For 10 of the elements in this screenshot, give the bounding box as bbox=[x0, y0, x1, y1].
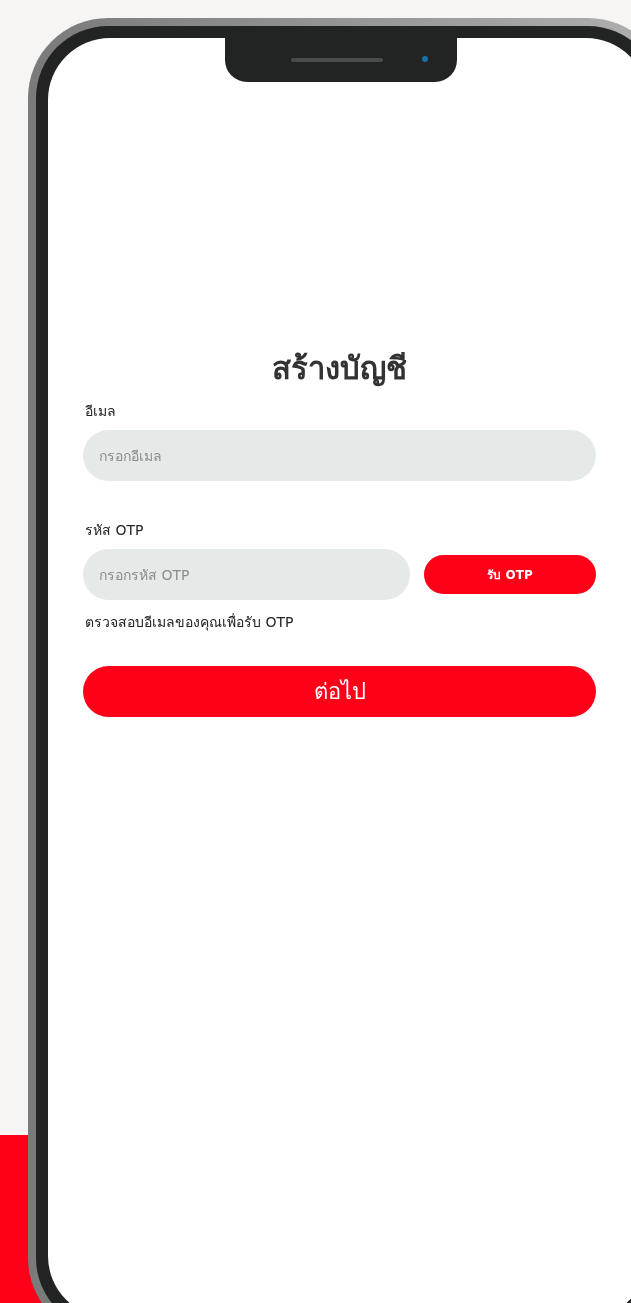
field-label: รหัส OTP bbox=[84, 521, 145, 539]
page-title: สร้างบัญชี bbox=[271, 349, 408, 389]
input-field[interactable]: กรอกรหัส OTP bbox=[83, 549, 410, 600]
camera-icon bbox=[422, 56, 428, 62]
field-label: อีเมล bbox=[84, 402, 117, 420]
input-field[interactable]: กรอกอีเมล bbox=[83, 430, 596, 481]
speaker-icon bbox=[291, 58, 383, 62]
next-button[interactable]: ต่อไป bbox=[83, 666, 596, 717]
get-otp-button[interactable]: รับ OTP bbox=[424, 555, 596, 594]
hint-text: ตรวจสอบอีเมลของคุณเพื่อรับ OTP bbox=[84, 612, 295, 632]
